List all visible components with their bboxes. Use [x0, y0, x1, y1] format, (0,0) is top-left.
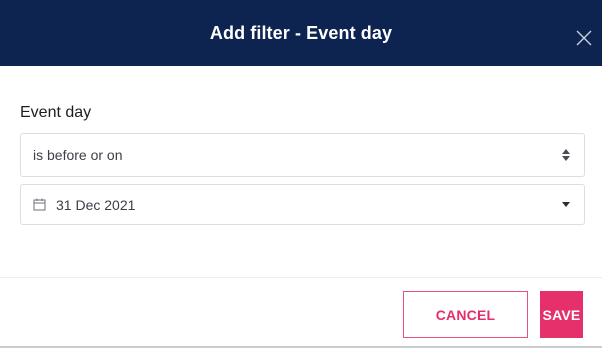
- field-label: Event day: [20, 104, 92, 121]
- modal-title: Add filter - Event day: [209, 22, 393, 43]
- operator-select[interactable]: is before or on: [20, 133, 585, 177]
- updown-arrows-icon: [562, 149, 570, 161]
- caret-down-icon: [562, 202, 570, 207]
- footer-divider: [0, 277, 602, 278]
- bottom-border: [0, 346, 602, 348]
- date-value: 31 Dec 2021: [56, 196, 136, 213]
- calendar-icon: [33, 198, 47, 212]
- cancel-button[interactable]: CANCEL: [403, 291, 528, 338]
- close-icon: [576, 30, 592, 46]
- save-button[interactable]: SAVE: [540, 291, 583, 338]
- operator-select-value: is before or on: [33, 147, 123, 163]
- close-button[interactable]: [574, 28, 594, 48]
- modal-header: Add filter - Event day: [0, 0, 602, 66]
- date-picker[interactable]: 31 Dec 2021: [20, 184, 585, 225]
- add-filter-modal: Add filter - Event day Event day is befo…: [0, 0, 602, 349]
